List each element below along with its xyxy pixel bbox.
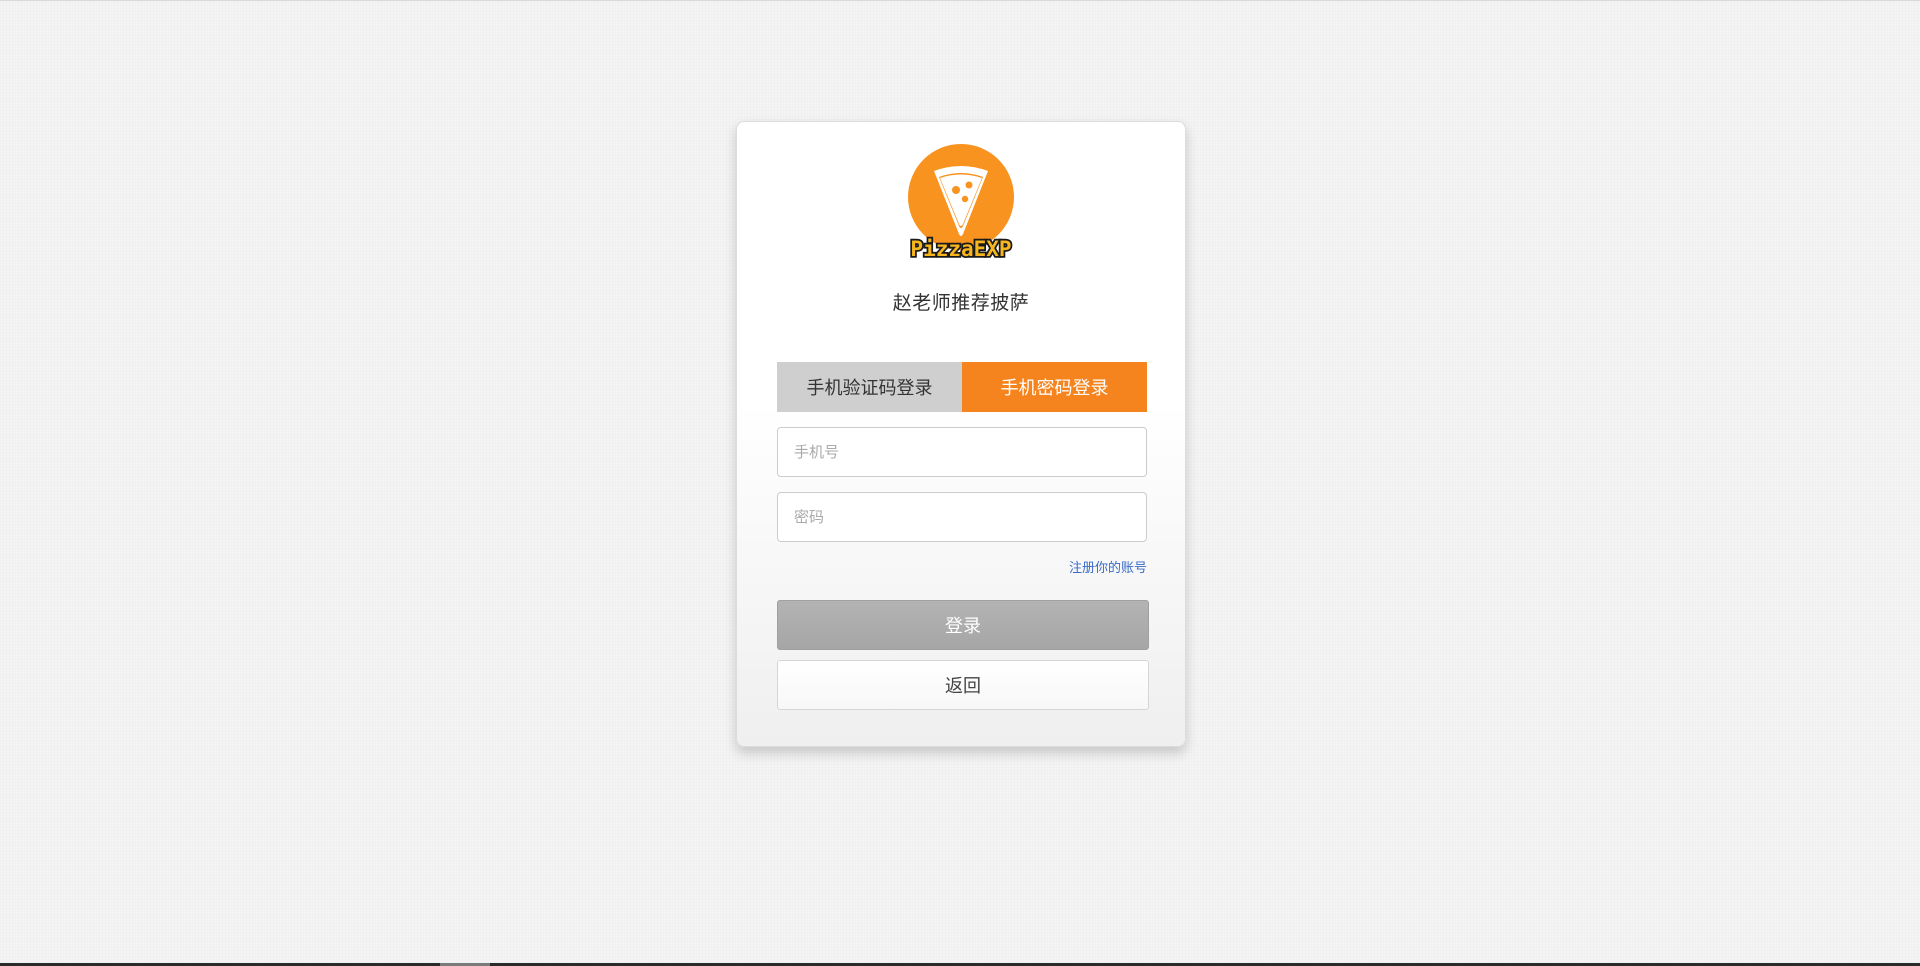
logo-text: PizzaEXP xyxy=(910,237,1011,258)
login-card: PizzaEXP 赵老师推荐披萨 手机验证码登录 手机密码登录 注册你的账号 登… xyxy=(736,121,1186,747)
pizza-icon: PizzaEXP xyxy=(908,144,1014,258)
brand-title: 赵老师推荐披萨 xyxy=(892,292,1030,314)
login-tabs: 手机验证码登录 手机密码登录 xyxy=(777,362,1147,412)
back-button[interactable]: 返回 xyxy=(777,660,1149,710)
phone-input[interactable] xyxy=(777,427,1147,477)
pizza-logo: PizzaEXP xyxy=(901,144,1021,258)
login-button[interactable]: 登录 xyxy=(777,600,1149,650)
password-input[interactable] xyxy=(777,492,1147,542)
register-link[interactable]: 注册你的账号 xyxy=(1069,557,1147,576)
top-border xyxy=(0,0,1920,1)
tab-password-login[interactable]: 手机密码登录 xyxy=(962,362,1147,412)
tab-sms-code-login[interactable]: 手机验证码登录 xyxy=(777,362,962,412)
